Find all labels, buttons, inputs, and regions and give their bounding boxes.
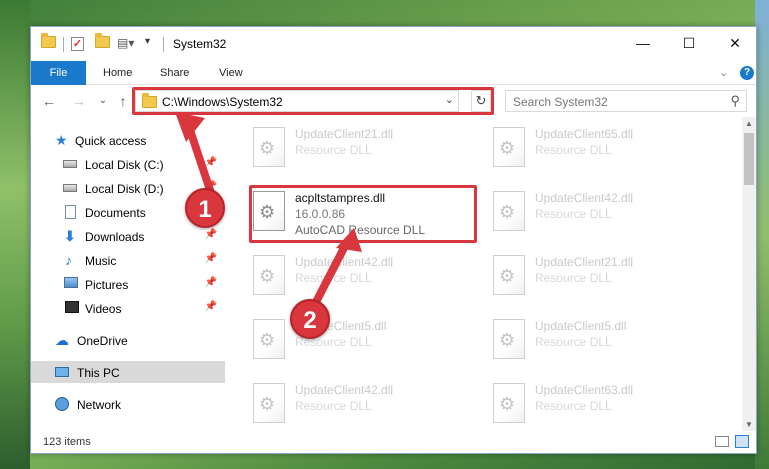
list-item[interactable]: UpdateClient21.dll Resource DLL [245,121,465,177]
list-item[interactable]: UpdateClient63.dll Resource DLL [485,377,705,431]
window-title: System32 [173,37,227,51]
tab-view[interactable]: View [219,61,243,85]
file-explorer-window: ✓ ▤▾ ▾ System32 — ☐ ✕ File Home Share Vi… [30,26,757,454]
tab-share[interactable]: Share [160,61,189,85]
back-button[interactable]: ← [39,91,59,111]
toolbar-divider [163,37,164,52]
video-icon [65,301,79,313]
list-item[interactable]: UpdateClient65.dll Resource DLL [485,121,705,177]
dll-file-icon [253,319,285,359]
dll-file-icon [493,191,525,231]
ribbon-tabs: File Home Share View ⌄ ? [31,61,756,85]
sidebar-item-downloads[interactable]: ⬇ Downloads 📌 [31,225,225,247]
music-icon: ♪ [65,252,72,268]
sidebar-item-label: Quick access [75,134,147,148]
vertical-scrollbar[interactable]: ▲ ▼ [742,117,756,431]
sidebar-item-pictures[interactable]: Pictures 📌 [31,273,225,295]
scroll-up-icon[interactable]: ▲ [745,119,753,128]
tab-home[interactable]: Home [103,61,132,85]
network-icon [55,397,69,411]
drive-icon [63,184,77,192]
download-icon: ⬇ [64,228,76,244]
help-icon[interactable]: ? [740,66,754,80]
file-list: UpdateClient21.dll Resource DLL UpdateCl… [227,117,742,431]
callout-step-1: 1 [185,188,225,228]
sidebar-item-label: This PC [77,366,120,380]
maximize-button[interactable]: ☐ [666,27,712,59]
search-box[interactable]: Search System32 ⚲ [505,90,747,112]
sidebar-item-network[interactable]: Network [31,393,225,415]
scroll-thumb[interactable] [744,133,754,185]
file-highlight [249,185,477,243]
item-count: 123 items [43,436,91,448]
sidebar-item-local-disk-c[interactable]: Local Disk (C:) 📌 [31,153,225,175]
title-bar: ✓ ▤▾ ▾ System32 — ☐ ✕ [31,27,756,61]
computer-icon [55,367,69,377]
list-item[interactable]: UpdateClient42.dll Resource DLL [485,185,705,241]
tab-file[interactable]: File [31,61,86,85]
dll-file-icon [493,319,525,359]
recent-locations-icon[interactable]: ⌄ [93,91,113,111]
details-view-icon[interactable] [715,436,729,447]
navigation-pane: ★ Quick access Local Disk (C:) 📌 Local D… [31,117,227,431]
sidebar-item-quick-access[interactable]: ★ Quick access [31,129,225,151]
sidebar-item-label: Music [85,254,117,268]
search-placeholder: Search System32 [513,95,608,109]
desktop-background-left [0,0,30,469]
pin-icon[interactable]: 📌 [205,277,217,288]
minimize-button[interactable]: — [620,27,666,59]
navigation-bar: ← → ⌄ ↑ C:\Windows\System32 ⌄ ↻ Search S… [31,85,756,117]
dll-file-icon [493,255,525,295]
pin-icon[interactable]: 📌 [205,253,217,264]
new-folder-icon[interactable] [95,33,110,52]
pictures-icon [64,277,78,288]
list-item[interactable]: UpdateClient42.dll Resource DLL [245,249,465,305]
document-icon [65,205,76,219]
sidebar-item-label: Network [77,398,122,412]
sidebar-item-label: OneDrive [77,334,128,348]
dll-file-icon [493,383,525,423]
sidebar-item-label: Downloads [85,230,145,244]
cloud-icon: ☁ [55,332,69,348]
sidebar-item-label: Documents [85,206,146,220]
address-bar-highlight [132,87,494,115]
folder-icon [41,33,56,52]
sidebar-item-label: Pictures [85,278,129,292]
desktop-background-right [755,0,769,469]
up-button[interactable]: ↑ [113,91,133,111]
sidebar-item-music[interactable]: ♪ Music 📌 [31,249,225,271]
sidebar-item-videos[interactable]: Videos 📌 [31,297,225,319]
pin-icon[interactable]: 📌 [205,157,217,168]
sidebar-item-label: Videos [85,302,122,316]
scroll-down-icon[interactable]: ▼ [745,420,753,429]
dll-file-icon [253,255,285,295]
toolbar-divider [63,37,64,52]
list-item[interactable]: UpdateClient21.dll Resource DLL [485,249,705,305]
search-icon[interactable]: ⚲ [730,93,740,109]
sidebar-item-label: Local Disk (C:) [85,158,164,172]
dll-file-icon [253,383,285,423]
sidebar-item-label: Local Disk (D:) [85,182,164,196]
close-button[interactable]: ✕ [712,27,758,59]
forward-button[interactable]: → [69,91,89,111]
expand-ribbon-icon[interactable]: ⌄ [719,61,728,85]
dll-file-icon [493,127,525,167]
list-item[interactable]: UpdateClient5.dll Resource DLL [245,313,465,369]
large-icons-view-icon[interactable] [735,435,749,448]
properties-icon[interactable]: ✓ [71,36,84,52]
quick-access-dropdown-icon[interactable]: ▾ [145,36,150,52]
list-item[interactable]: UpdateClient42.dll Resource DLL [245,377,465,431]
status-bar: 123 items [31,431,756,453]
sidebar-item-this-pc[interactable]: This PC [31,361,225,383]
customize-toolbar-icon[interactable]: ▤▾ [117,36,134,52]
sidebar-item-onedrive[interactable]: ☁ OneDrive [31,329,225,351]
pin-icon[interactable]: 📌 [205,301,217,312]
drive-icon [63,160,77,168]
pin-icon[interactable]: 📌 [205,229,217,240]
star-icon: ★ [55,132,68,148]
list-item[interactable]: UpdateClient5.dll Resource DLL [485,313,705,369]
dll-file-icon [253,127,285,167]
callout-step-2: 2 [290,299,330,339]
